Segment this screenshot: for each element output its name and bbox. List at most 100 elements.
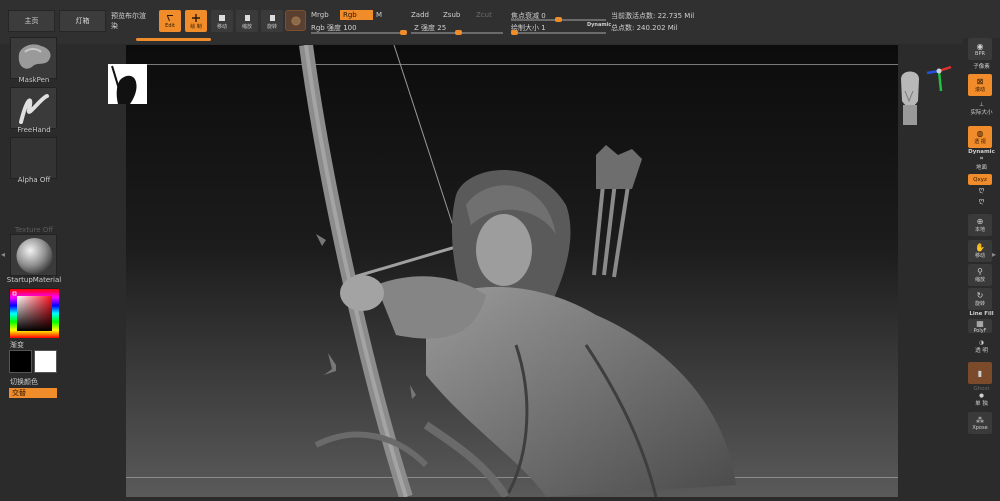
solo-label[interactable]: ● 单 独	[963, 393, 1000, 407]
floor-label[interactable]: ⌗ 地面	[963, 156, 1000, 171]
bpr-label: BPR	[975, 50, 985, 57]
right-tray-collapse-icon[interactable]: ▸	[992, 250, 996, 259]
transparent-icon: ◑	[979, 340, 984, 346]
zoom-view-button[interactable]: ⚲ 缩放	[968, 264, 992, 286]
rotate-view-label: 旋转	[974, 301, 985, 307]
ghost-button[interactable]: ▮	[968, 362, 992, 384]
left-shelf: MaskPen FreeHand Alpha Off Texture Off S…	[0, 37, 62, 501]
polyf-label: PolyF	[973, 327, 987, 334]
move-icon	[219, 14, 225, 21]
switch-color-button[interactable]: 切换颜色	[10, 377, 38, 387]
edit-icon	[167, 15, 173, 21]
right-shelf: ◉ BPR 子像素 ⊠ 滚动 ⊥ 实际大小 ◍ 透 视 Dynamic ⌗ 地面…	[963, 38, 1000, 501]
move-button[interactable]: 移动	[211, 10, 233, 32]
home-tab[interactable]: 主页	[8, 10, 55, 32]
persp-label: 透 视	[974, 139, 986, 145]
dynamic-label[interactable]: Dynamic	[963, 149, 1000, 155]
alpha-label: Alpha Off	[17, 176, 51, 184]
scroll-button[interactable]: ⊠ 滚动	[968, 74, 992, 96]
symmetry-icon[interactable]: ღ	[963, 186, 1000, 194]
thumbnail-silhouette	[111, 65, 137, 105]
persp-button[interactable]: ◍ 透 视	[968, 126, 992, 148]
ghost-icon: ▮	[977, 368, 983, 378]
rotate-button[interactable]: 旋转	[261, 10, 283, 32]
local-button[interactable]: ⊕ 本地	[968, 214, 992, 236]
zsub-toggle[interactable]: Zsub	[443, 11, 460, 19]
subpixel-label[interactable]: 子像素	[963, 62, 1000, 70]
z-intensity-knob[interactable]	[455, 30, 462, 35]
viewport-canvas[interactable]	[126, 45, 898, 497]
gradient-label[interactable]: 渐变	[10, 340, 24, 350]
rgb-intensity-knob[interactable]	[400, 30, 407, 35]
mrgb-toggle[interactable]: Mrgb	[311, 11, 329, 19]
rotate-label: 旋转	[266, 23, 277, 30]
local-label: 本地	[974, 227, 985, 233]
ghost-label[interactable]: Ghost	[963, 386, 1000, 392]
zoom-view-label: 缩放	[974, 277, 985, 283]
primary-color-swatch[interactable]	[9, 350, 32, 373]
material-swatch-button[interactable]	[285, 10, 306, 31]
edit-label: Edit	[165, 23, 175, 29]
local-icon: ⊕	[976, 217, 984, 226]
active-points-readout: 当前激活点数: 22.735 Mil	[611, 12, 695, 20]
solo-icon: ●	[979, 393, 984, 399]
material-button[interactable]	[10, 234, 57, 276]
lightbox-tab[interactable]: 灯箱	[59, 10, 106, 32]
xyz-button[interactable]: Qxyz	[968, 174, 992, 185]
zcut-toggle[interactable]: Zcut	[476, 11, 492, 19]
left-tray-collapse-icon[interactable]: ◂	[1, 250, 5, 259]
rotate-icon	[270, 14, 275, 21]
actual-size-label[interactable]: ⊥ 实际大小	[963, 102, 1000, 116]
focal-shift-knob[interactable]	[555, 17, 562, 22]
navigation-thumbnail[interactable]	[108, 64, 147, 105]
m-toggle[interactable]: M	[376, 11, 382, 19]
rotate-view-button[interactable]: ↻ 旋转	[968, 288, 992, 310]
transparent-label[interactable]: ◑ 透 明	[963, 340, 1000, 354]
maskpen-label: MaskPen	[18, 76, 50, 84]
symmetry-2-icon[interactable]: ღ	[963, 197, 1000, 205]
scale-icon	[245, 14, 250, 21]
color-picker[interactable]	[9, 288, 59, 338]
actual-size-text: 实际大小	[970, 110, 993, 116]
freehand-label: FreeHand	[17, 126, 51, 134]
texture-label[interactable]: Texture Off	[0, 226, 68, 234]
move-view-button[interactable]: ✋ 移动	[968, 240, 992, 262]
polyf-button[interactable]: ▦ PolyF	[968, 319, 992, 334]
rgb-intensity-track[interactable]	[311, 32, 406, 34]
maskpen-brush-icon	[18, 44, 51, 69]
preview-bool-render-tab[interactable]: 预览布尔渲染	[110, 10, 152, 32]
move-label: 移动	[216, 23, 227, 30]
top-toolbar: 主页 灯箱 预览布尔渲染 Edit 绘 制 移动 缩放 旋转 Mrgb Rgb …	[0, 0, 1000, 44]
head-gizmo-icon	[901, 71, 919, 125]
draw-size-knob[interactable]	[511, 30, 518, 35]
draw-button[interactable]: 绘 制	[185, 10, 207, 32]
line-fill-label[interactable]: Line Fill	[963, 311, 1000, 317]
view-gizmo[interactable]	[893, 61, 953, 131]
alternate-button[interactable]: 交替	[9, 388, 57, 398]
zoom-icon: ⚲	[977, 267, 983, 276]
persp-icon: ◍	[976, 129, 984, 138]
secondary-color-swatch[interactable]	[34, 350, 57, 373]
dynamic-toggle[interactable]: Dynamic	[587, 22, 611, 28]
alpha-button[interactable]	[10, 137, 57, 179]
actual-size-icon: ⊥	[979, 102, 984, 108]
floor-text: 地面	[975, 165, 987, 171]
maskpen-brush-button[interactable]	[10, 37, 57, 79]
xpose-button[interactable]: ⁂ Xpose	[968, 412, 992, 434]
bpr-icon: ◉	[976, 41, 984, 51]
rgb-toggle[interactable]: Rgb	[340, 10, 373, 20]
freehand-stroke-button[interactable]	[10, 87, 57, 129]
tab-underline	[136, 38, 211, 41]
move-view-label: 移动	[974, 253, 985, 259]
rotate-icon: ↻	[976, 291, 984, 300]
scale-button[interactable]: 缩放	[236, 10, 258, 32]
color-picker-gradient	[10, 289, 59, 338]
xpose-label: Xpose	[972, 424, 988, 431]
scale-label: 缩放	[241, 23, 252, 30]
zadd-toggle[interactable]: Zadd	[411, 11, 429, 19]
floor-icon: ⌗	[979, 156, 984, 162]
bpr-button[interactable]: ◉ BPR	[968, 38, 992, 60]
draw-size-track[interactable]	[511, 32, 606, 34]
hand-icon: ✋	[975, 243, 985, 252]
edit-button[interactable]: Edit	[159, 10, 181, 32]
